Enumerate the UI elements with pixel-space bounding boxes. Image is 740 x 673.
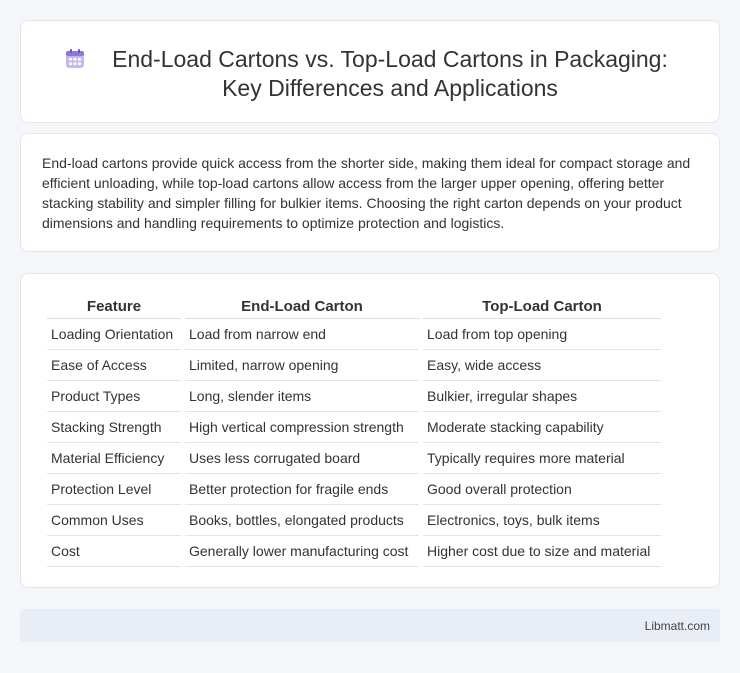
top-load-cell: Easy, wide access: [423, 350, 661, 381]
table-row: Stacking Strength High vertical compress…: [47, 412, 661, 443]
table-row: Material Efficiency Uses less corrugated…: [47, 443, 661, 474]
intro-card: End-load cartons provide quick access fr…: [20, 133, 720, 252]
feature-cell: Ease of Access: [47, 350, 181, 381]
feature-cell: Product Types: [47, 381, 181, 412]
top-load-cell: Bulkier, irregular shapes: [423, 381, 661, 412]
feature-cell: Material Efficiency: [47, 443, 181, 474]
feature-cell: Loading Orientation: [47, 319, 181, 350]
table-header-row: Feature End-Load Carton Top-Load Carton: [47, 295, 661, 319]
column-header-feature: Feature: [47, 295, 181, 319]
top-load-cell: Typically requires more material: [423, 443, 661, 474]
page-title: End-Load Cartons vs. Top-Load Cartons in…: [112, 46, 668, 101]
column-header-top-load: Top-Load Carton: [423, 295, 661, 319]
table-row: Product Types Long, slender items Bulkie…: [47, 381, 661, 412]
comparison-card: Feature End-Load Carton Top-Load Carton …: [20, 273, 720, 588]
feature-cell: Cost: [47, 536, 181, 567]
end-load-cell: Long, slender items: [185, 381, 419, 412]
comparison-table: Feature End-Load Carton Top-Load Carton …: [43, 295, 665, 567]
end-load-cell: Load from narrow end: [185, 319, 419, 350]
end-load-cell: Limited, narrow opening: [185, 350, 419, 381]
top-load-cell: Electronics, toys, bulk items: [423, 505, 661, 536]
table-row: Protection Level Better protection for f…: [47, 474, 661, 505]
end-load-cell: Better protection for fragile ends: [185, 474, 419, 505]
feature-cell: Common Uses: [47, 505, 181, 536]
table-row: Common Uses Books, bottles, elongated pr…: [47, 505, 661, 536]
header-card: End-Load Cartons vs. Top-Load Cartons in…: [20, 20, 720, 123]
top-load-cell: Load from top opening: [423, 319, 661, 350]
feature-cell: Protection Level: [47, 474, 181, 505]
feature-cell: Stacking Strength: [47, 412, 181, 443]
top-load-cell: Moderate stacking capability: [423, 412, 661, 443]
footer-site-link[interactable]: Libmatt.com: [645, 619, 710, 633]
end-load-cell: High vertical compression strength: [185, 412, 419, 443]
table-row: Loading Orientation Load from narrow end…: [47, 319, 661, 350]
table-row: Ease of Access Limited, narrow opening E…: [47, 350, 661, 381]
end-load-cell: Uses less corrugated board: [185, 443, 419, 474]
end-load-cell: Books, bottles, elongated products: [185, 505, 419, 536]
intro-paragraph: End-load cartons provide quick access fr…: [42, 155, 691, 231]
table-row: Cost Generally lower manufacturing cost …: [47, 536, 661, 567]
end-load-cell: Generally lower manufacturing cost: [185, 536, 419, 567]
column-header-end-load: End-Load Carton: [185, 295, 419, 319]
footer-bar: Libmatt.com: [20, 609, 720, 642]
top-load-cell: Good overall protection: [423, 474, 661, 505]
top-load-cell: Higher cost due to size and material: [423, 536, 661, 567]
